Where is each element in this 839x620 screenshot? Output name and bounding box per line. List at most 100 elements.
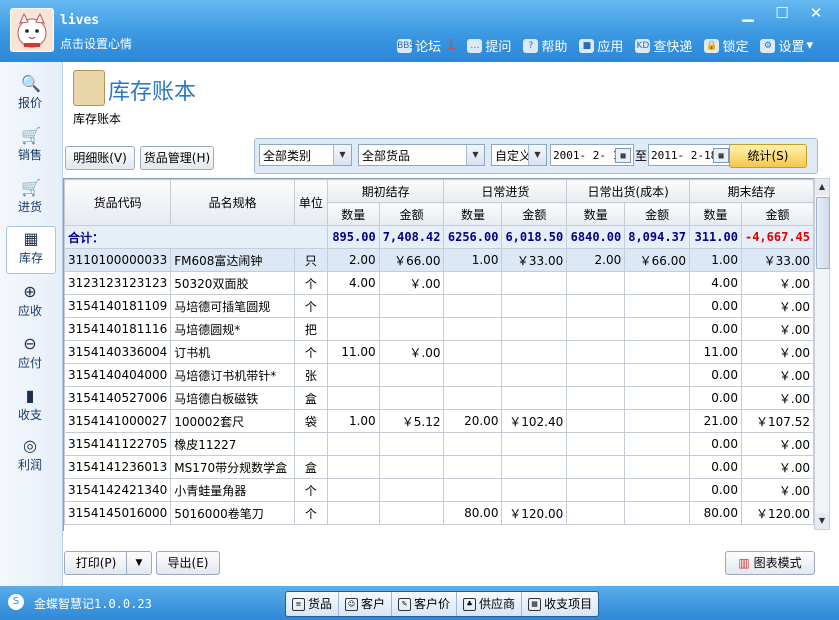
grid-icon: ▦ — [528, 597, 542, 611]
sidebar-item-quote[interactable]: 🔍 报价 — [6, 72, 54, 118]
quick-goods-button[interactable]: ≡ 货品 — [286, 592, 340, 616]
table-row[interactable]: 3154140181116 马培德圆规* 把 0.00 ￥.00 — [64, 317, 814, 341]
total-label: 合计： — [64, 225, 328, 249]
user-mood[interactable]: 点击设置心情 — [60, 35, 132, 52]
quick-customer-button[interactable]: ☺ 客户 — [339, 592, 393, 616]
table-row[interactable]: 3123123123123 50320双面胶个 4.00 ￥.00 4.00 ￥.00 — [64, 271, 814, 295]
sidebar-item-label: 进货 — [17, 200, 42, 214]
chart-mode-button[interactable]: ▥ 图表模式 — [725, 551, 815, 575]
sidebar-item-sales[interactable]: 🛒 销售 — [6, 124, 54, 170]
page-title: 库存账本 — [108, 80, 197, 105]
calendar-icon[interactable]: ▦ — [713, 148, 729, 163]
cell-code: 3154141122705 — [64, 432, 172, 456]
table-row[interactable]: 3110100000033 FM608富达闹钟只 2.00 ￥66.00 1.00 ￥33… — [64, 248, 814, 272]
cell-a1: ￥66.00 — [378, 248, 445, 272]
header-qty[interactable]: 数量 — [566, 202, 626, 226]
scroll-down-icon[interactable]: ▼ — [815, 513, 829, 529]
cell-spec: 马培德白板磁铁 — [170, 386, 295, 410]
payable-icon: ⊖ — [23, 334, 37, 353]
table-scrollbar[interactable]: ▲ ▼ — [814, 178, 830, 530]
goods-select[interactable]: 全部货品 ▼ — [358, 144, 485, 166]
user-avatar[interactable] — [10, 8, 54, 52]
header-amount[interactable]: 金额 — [501, 202, 568, 226]
forum-count: 1 — [447, 38, 456, 53]
ask-button[interactable]: … 提问 — [467, 36, 511, 55]
header-code[interactable]: 货品代码 — [64, 179, 172, 226]
date-to-input[interactable]: 2011- 2-18 ▦ — [648, 144, 732, 166]
table-row[interactable]: 3154140527006 马培德白板磁铁盒 0.00 ￥.00 — [64, 386, 814, 410]
cell-spec: 100002套尺 — [170, 409, 295, 433]
table-row[interactable]: 3154140336004 订书机个 11.00 ￥.00 11.00 ￥.00 — [64, 340, 814, 364]
header-qty[interactable]: 数量 — [689, 202, 742, 226]
print-button[interactable]: 打印(P) — [64, 551, 128, 575]
cell-a1: ￥.00 — [378, 271, 445, 295]
forum-button[interactable]: BBS 论坛 1 — [397, 36, 455, 55]
sidebar-item-receivable[interactable]: ⊕ 应收 — [6, 280, 54, 326]
date-range-select[interactable]: 自定义 ▼ — [491, 144, 547, 166]
table-row[interactable]: 3154141122705 橡皮11227 0.00 ￥.00 — [64, 432, 814, 456]
table-row[interactable]: 3154141236013 MS170带分规数学盒盒 0.00 ￥.00 — [64, 455, 814, 479]
quick-customer-price-button[interactable]: ✎ 客户价 — [392, 592, 458, 616]
cell-unit: 盒 — [293, 455, 328, 479]
minimize-button[interactable]: ▁ — [731, 3, 765, 25]
cell-q2: 80.00 — [443, 501, 503, 525]
cell-q4: 11.00 — [689, 340, 742, 364]
header-amount[interactable]: 金额 — [624, 202, 691, 226]
calendar-icon[interactable]: ▦ — [615, 148, 631, 163]
header-closing: 期末结存 — [689, 179, 814, 203]
stat-button[interactable]: 统计(S) — [729, 144, 807, 168]
sidebar-item-income[interactable]: ▮ 收支 — [6, 384, 54, 430]
sidebar-item-stock[interactable]: ▦ 库存 — [6, 226, 56, 274]
express-button[interactable]: KD 查快递 — [635, 36, 692, 55]
category-select[interactable]: 全部类别 ▼ — [259, 144, 352, 166]
cell-q3 — [566, 478, 626, 502]
cell-a1: ￥5.12 — [378, 409, 445, 433]
scroll-up-icon[interactable]: ▲ — [815, 179, 829, 195]
cell-a1 — [378, 478, 445, 502]
cell-q3 — [566, 294, 626, 318]
settings-button[interactable]: ⚙ 设置 ▾ — [760, 36, 813, 55]
close-button[interactable]: ✕ — [799, 3, 833, 25]
goods-value: 全部货品 — [362, 149, 411, 163]
table-row[interactable]: 3154141000027 100002套尺袋 1.00 ￥5.12 20.00 ￥102… — [64, 409, 814, 433]
goods-manage-button[interactable]: 货品管理(H) — [140, 146, 214, 170]
help-button[interactable]: ? 帮助 — [523, 36, 567, 55]
cell-q4: 0.00 — [689, 317, 742, 341]
header-qty[interactable]: 数量 — [326, 202, 380, 226]
date-from-input[interactable]: 2001- 2- 1 ▦ — [550, 144, 634, 166]
sidebar-item-profit[interactable]: ◎ 利润 — [6, 434, 54, 480]
quick-supplier-button[interactable]: ♣ 供应商 — [457, 592, 523, 616]
total-a3: 8,094.37 — [624, 225, 691, 249]
cell-unit: 张 — [293, 363, 328, 387]
print-dropdown-button[interactable]: ▼ — [126, 551, 152, 575]
scroll-thumb[interactable] — [816, 197, 830, 269]
table-row[interactable]: 3154140181109 马培德可插笔圆规个 0.00 ￥.00 — [64, 294, 814, 318]
header-amount[interactable]: 金额 — [378, 202, 445, 226]
cell-code: 3154141236013 — [64, 455, 172, 479]
apps-button[interactable]: ■ 应用 — [579, 36, 623, 55]
table-row[interactable]: 3154142421340 小青蛙量角器个 0.00 ￥.00 — [64, 478, 814, 502]
cell-q4: 0.00 — [689, 294, 742, 318]
total-q4: 311.00 — [689, 225, 742, 249]
cell-a3 — [624, 432, 691, 456]
sidebar-item-label: 应付 — [17, 356, 42, 370]
cell-a1 — [378, 455, 445, 479]
header-unit[interactable]: 单位 — [293, 179, 328, 226]
maximize-button[interactable]: ☐ — [765, 3, 799, 25]
lucky-cat-icon — [11, 9, 53, 51]
sidebar-item-payable[interactable]: ⊖ 应付 — [6, 332, 54, 378]
table-row[interactable]: 3154140404000 马培德订书机带针* 张 0.00 ￥.00 — [64, 363, 814, 387]
detail-ledger-button[interactable]: 明细账(V) — [65, 146, 135, 170]
table-row[interactable]: 3154145016000 5016000卷笔刀个 80.00 ￥120.00 80.0… — [64, 501, 814, 525]
sidebar-nav: 🔍 报价 🛒 销售 🛒 进货 ▦ 库存 ⊕ 应收 ⊖ 应付 ▮ 收支 ◎ 利润 — [0, 62, 63, 586]
sidebar-item-purchase[interactable]: 🛒 进货 — [6, 176, 54, 222]
export-button[interactable]: 导出(E) — [156, 551, 220, 575]
header-spec[interactable]: 品名规格 — [170, 179, 295, 226]
sidebar-item-label: 利润 — [17, 458, 42, 472]
cell-q4: 0.00 — [689, 386, 742, 410]
lock-button[interactable]: 🔒 锁定 — [704, 36, 748, 55]
cell-q1: 2.00 — [326, 248, 380, 272]
header-qty[interactable]: 数量 — [443, 202, 503, 226]
header-amount[interactable]: 金额 — [740, 202, 814, 226]
quick-income-items-button[interactable]: ▦ 收支项目 — [522, 592, 598, 616]
